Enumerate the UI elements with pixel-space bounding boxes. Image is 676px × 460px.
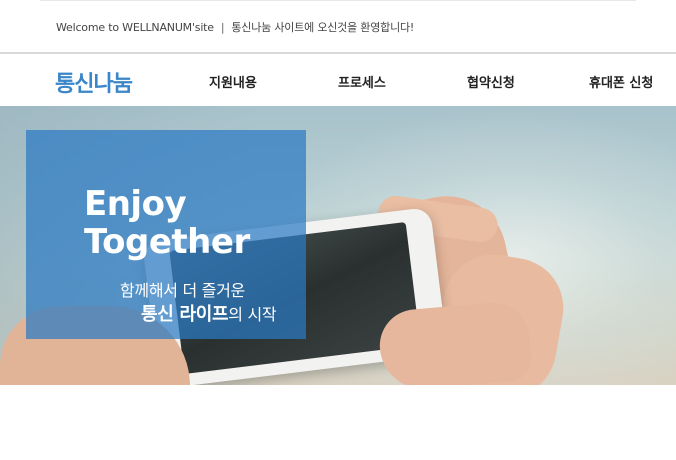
top-rule [40, 0, 636, 1]
thumb-image [376, 299, 534, 385]
greeting-text: 통신나눔 사이트에 오신것을 환영합니다! [231, 21, 415, 34]
hero-title: Enjoy Together [84, 185, 250, 261]
nav-item-agreement[interactable]: 협약신청 [467, 72, 515, 91]
nav-item-process[interactable]: 프로세스 [338, 72, 386, 91]
site-logo[interactable]: 통신나눔 [55, 66, 133, 98]
hero-subtitle-rest: 의 시작 [228, 305, 277, 324]
welcome-message: Welcome to WELLNANUM'site | 통신나눔 사이트에 오신것을… [56, 19, 414, 35]
hero-text-box: Enjoy Together 함께해서 더 즐거운 통신 라이프의 시작 [26, 130, 306, 339]
hero-subtitle-bold: 통신 라이프 [141, 304, 229, 325]
welcome-text: Welcome to WELLNANUM'site [56, 21, 214, 34]
hero-subtitle-line2: 통신 라이프의 시작 [141, 300, 277, 326]
hero-banner: Enjoy Together 함께해서 더 즐거운 통신 라이프의 시작 [0, 106, 676, 385]
main-navigation: 통신나눔 지원내용 프로세스 협약신청 휴대폰 신청 [0, 54, 676, 106]
welcome-separator: | [220, 21, 225, 34]
nav-item-support[interactable]: 지원내용 [209, 72, 257, 91]
top-bar: Welcome to WELLNANUM'site | 통신나눔 사이트에 오신것을… [0, 0, 676, 52]
hero-title-line2: Together [84, 222, 250, 262]
nav-item-phone-apply[interactable]: 휴대폰 신청 [589, 72, 653, 91]
hero-title-line1: Enjoy [84, 184, 187, 224]
hero-subtitle-line1: 함께해서 더 즐거운 [120, 281, 245, 300]
